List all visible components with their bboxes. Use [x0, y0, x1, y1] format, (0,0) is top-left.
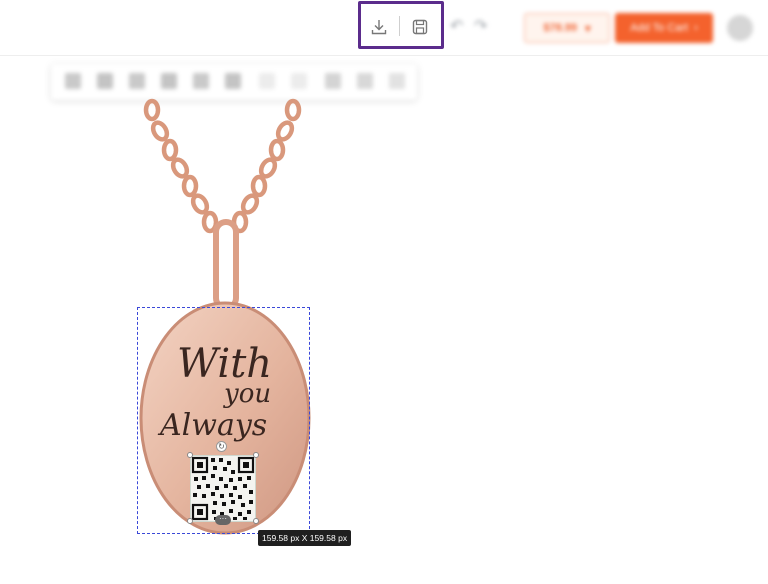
resize-handle-top-right[interactable] [253, 452, 259, 458]
resize-handle-bottom-right[interactable] [253, 518, 259, 524]
rotate-icon[interactable]: ↻ [216, 441, 227, 452]
more-icon[interactable]: ··· [215, 515, 231, 525]
pendant-bail [213, 219, 239, 311]
necklace-chain [143, 98, 302, 234]
size-tooltip: 159.58 px X 159.58 px [258, 530, 352, 546]
qr-selection-box[interactable] [190, 455, 256, 522]
resize-handle-top-left[interactable] [187, 452, 193, 458]
product-canvas: With you Always [139, 98, 311, 535]
resize-handle-bottom-left[interactable] [187, 518, 193, 524]
